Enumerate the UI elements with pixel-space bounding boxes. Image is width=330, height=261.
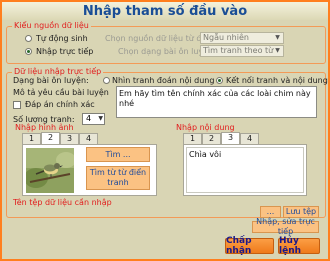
- radio-direct-input[interactable]: [25, 48, 32, 55]
- direct-edit-button[interactable]: Nhập, sửa trực tiếp: [252, 217, 319, 236]
- requirement-textarea[interactable]: Em hãy tìm tên chính xác của các loài ch…: [116, 86, 317, 118]
- data-file-legend: Tên tệp dữ liệu cần nhập: [13, 198, 112, 207]
- content-tab-4[interactable]: 4: [240, 133, 259, 144]
- dropdown-arrow-icon: ▼: [98, 115, 103, 122]
- title-bar: Nhập tham số đầu vào: [2, 2, 328, 20]
- requirement-label: Mô tả yêu cầu bài luyện: [13, 88, 109, 97]
- dictionary-source-value: Ngẫu nhiên: [203, 33, 249, 42]
- source-type-legend: Kiểu nguồn dữ liệu: [12, 21, 91, 31]
- find-image-button[interactable]: Tìm ...: [86, 147, 150, 162]
- exercise-form-label: Dạng bài ôn luyện:: [13, 76, 89, 85]
- content-textarea[interactable]: Chìa vôi: [186, 147, 304, 193]
- radio-connect-images[interactable]: [216, 77, 223, 84]
- radio-guess-content[interactable]: [103, 77, 110, 84]
- image-tab-3[interactable]: 3: [60, 133, 79, 144]
- image-count-select[interactable]: 4 ▼: [82, 113, 105, 125]
- image-tab-1[interactable]: 1: [22, 133, 41, 144]
- radio-auto-generate[interactable]: [25, 35, 32, 42]
- accept-button[interactable]: Chấp nhận: [225, 236, 274, 256]
- dialog-window: Nhập tham số đầu vào Kiểu nguồn dữ liệu …: [0, 0, 330, 261]
- content-tab-2[interactable]: 2: [202, 133, 221, 144]
- exercise-type-value: Tìm tranh theo từ: [203, 46, 274, 55]
- dropdown-arrow-icon: ▼: [275, 34, 280, 41]
- image-tab-2[interactable]: 2: [41, 132, 60, 144]
- exact-answer-label: Đáp án chính xác: [25, 100, 95, 109]
- image-tab-4[interactable]: 4: [79, 133, 98, 144]
- dictionary-source-select[interactable]: Ngẫu nhiên ▼: [200, 32, 284, 44]
- exact-answer-checkbox[interactable]: [13, 101, 21, 109]
- cancel-button[interactable]: Hủy lệnh: [278, 236, 320, 256]
- exercise-type-label: Chọn dạng bài ôn luyện: [118, 47, 214, 56]
- radio-connect-images-label: Kết nối tranh và nội dung: [226, 76, 328, 85]
- exercise-type-select[interactable]: Tìm tranh theo từ ▼: [200, 45, 284, 57]
- radio-direct-input-label: Nhập trực tiếp: [36, 47, 94, 56]
- bird-image: [26, 148, 74, 193]
- window-title: Nhập tham số đầu vào: [82, 3, 248, 19]
- dropdown-arrow-icon: ▼: [275, 47, 280, 54]
- find-from-dictionary-button[interactable]: Tìm từ từ điển tranh: [86, 166, 150, 190]
- content-tab-3[interactable]: 3: [221, 132, 240, 144]
- radio-guess-content-label: Nhìn tranh đoán nội dung: [112, 76, 215, 85]
- radio-auto-generate-label: Tự động sinh: [36, 34, 88, 43]
- dictionary-source-label: Chọn nguồn dữ liệu từ điển: [105, 34, 214, 43]
- image-count-value: 4: [86, 114, 92, 123]
- content-tab-1[interactable]: 1: [183, 133, 202, 144]
